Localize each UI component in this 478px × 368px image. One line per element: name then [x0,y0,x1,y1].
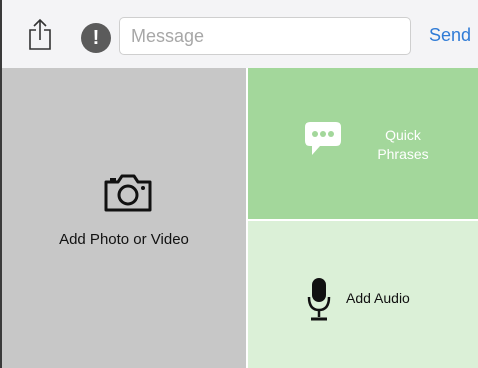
message-input[interactable] [119,17,411,55]
camera-icon [104,174,152,212]
microphone-icon [307,278,331,321]
add-audio-label: Add Audio [346,290,410,306]
share-button[interactable] [28,18,52,50]
composer-screen: ! Send Add Photo or Video Quick Phrases [0,0,478,368]
add-photo-video-tile[interactable]: Add Photo or Video [2,68,246,368]
message-toolbar: ! Send [2,0,478,69]
quick-phrases-label-line2: Phrases [377,146,429,162]
chat-bubble-icon [305,122,341,155]
add-audio-tile[interactable]: Add Audio [248,221,478,368]
quick-phrases-label: Quick Phrases [363,126,443,164]
add-photo-video-label: Add Photo or Video [59,231,189,248]
quick-phrases-label-line1: Quick [385,127,421,143]
quick-phrases-tile[interactable]: Quick Phrases [248,68,478,219]
exclamation-icon: ! [92,27,100,49]
alert-button[interactable]: ! [81,23,111,53]
share-icon [29,18,51,50]
send-button[interactable]: Send [429,25,471,46]
